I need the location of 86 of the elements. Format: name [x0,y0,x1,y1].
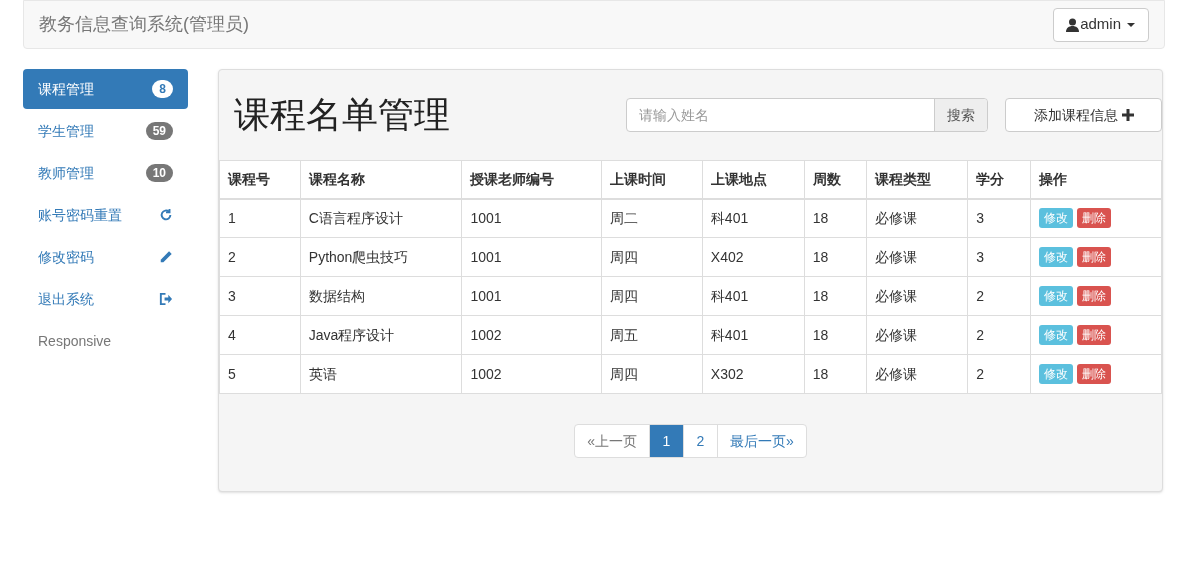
table-cell: 18 [804,198,867,238]
delete-button[interactable]: 删除 [1077,325,1112,345]
sidebar-item[interactable]: Responsive [23,321,188,361]
delete-button[interactable]: 删除 [1077,286,1112,306]
column-header: 课程号 [219,160,301,199]
column-header: 周数 [804,160,867,199]
table-cell: 2 [967,276,1031,316]
table-cell: 3 [967,198,1031,238]
delete-button[interactable]: 删除 [1077,247,1112,267]
table-cell: 周五 [601,315,703,355]
column-header: 上课时间 [601,160,703,199]
table-cell: 2 [967,315,1031,355]
sidebar-label: 账号密码重置 [38,205,122,225]
user-menu-button[interactable]: admin [1053,7,1149,42]
table-cell: 2 [219,237,301,277]
plus-icon [1121,109,1134,121]
search-button[interactable]: 搜索 [934,99,987,131]
page-link[interactable]: 2 [683,425,717,457]
table-cell: X402 [702,237,805,277]
table-cell: 3 [967,237,1031,277]
sidebar-item[interactable]: 账号密码重置 [23,195,188,235]
table-cell: 周四 [601,237,703,277]
table-cell: 必修课 [866,198,968,238]
page-title: 课程名单管理 [234,93,450,137]
pencil-icon [159,250,173,264]
table-cell: 18 [804,354,867,394]
table-cell: 周四 [601,354,703,394]
sidebar-label: Responsive [38,331,112,351]
sidebar-label: 退出系统 [38,289,94,309]
table-cell: 周二 [601,198,703,238]
table-cell: 4 [219,315,301,355]
last-page-link[interactable]: 最后一页» [717,425,806,457]
table-cell: 1001 [461,237,602,277]
table-cell: 必修课 [866,237,968,277]
sidebar-item[interactable]: 课程管理 8 [23,69,188,109]
column-header: 操作 [1030,160,1162,199]
delete-button[interactable]: 删除 [1077,364,1112,384]
sidebar-item[interactable]: 教师管理 10 [23,153,188,193]
table-cell: 英语 [300,354,462,394]
table-cell: 5 [219,354,301,394]
count-badge: 59 [145,122,173,140]
sidebar-label: 修改密码 [38,247,94,267]
table-cell: 数据结构 [300,276,462,316]
sidebar-label: 教师管理 [38,163,94,183]
table-cell: C语言程序设计 [300,198,462,238]
table-cell: 1 [219,198,301,238]
sidebar-label: 课程管理 [38,79,94,99]
logout-icon [158,292,173,306]
column-header: 课程类型 [866,160,968,199]
table-cell: 科401 [702,276,805,316]
sidebar-item[interactable]: 学生管理 59 [23,111,188,151]
sidebar-item[interactable]: 退出系统 [23,279,188,319]
brand-title[interactable]: 教务信息查询系统(管理员) [39,11,249,38]
column-header: 授课老师编号 [461,160,602,199]
refresh-icon [159,208,173,222]
table-cell: Java程序设计 [300,315,462,355]
table-cell: 1001 [461,276,602,316]
table-cell: 科401 [702,315,805,355]
table-cell: 18 [804,237,867,277]
column-header: 课程名称 [300,160,462,199]
search-field[interactable]: 请输入姓名 搜索 [626,98,988,132]
table-cell: 必修课 [866,276,968,316]
table-cell: 18 [804,315,867,355]
table-cell: X302 [702,354,805,394]
table-cell: 18 [804,276,867,316]
table-cell: 科401 [702,198,805,238]
delete-button[interactable]: 删除 [1077,208,1112,229]
sidebar-label: 学生管理 [38,121,94,141]
table-cell: 1001 [461,198,602,238]
table-cell: 3 [219,276,301,316]
column-header: 学分 [967,160,1031,199]
table-cell: 1002 [461,354,602,394]
count-badge: 8 [152,80,173,98]
table-cell: 必修课 [866,354,968,394]
user-icon [1066,17,1080,32]
table-cell: 必修课 [866,315,968,355]
page-link[interactable]: 1 [649,425,683,457]
column-header: 上课地点 [702,160,805,199]
table-cell: Python爬虫技巧 [300,237,462,277]
add-course-button[interactable]: 添加课程信息 [1005,98,1162,132]
table-cell: 2 [967,354,1031,394]
table-cell: 周四 [601,276,703,316]
table-cell: 1002 [461,315,602,355]
caret-icon [1126,21,1136,28]
count-badge: 10 [145,164,173,182]
sidebar-item[interactable]: 修改密码 [23,237,188,277]
